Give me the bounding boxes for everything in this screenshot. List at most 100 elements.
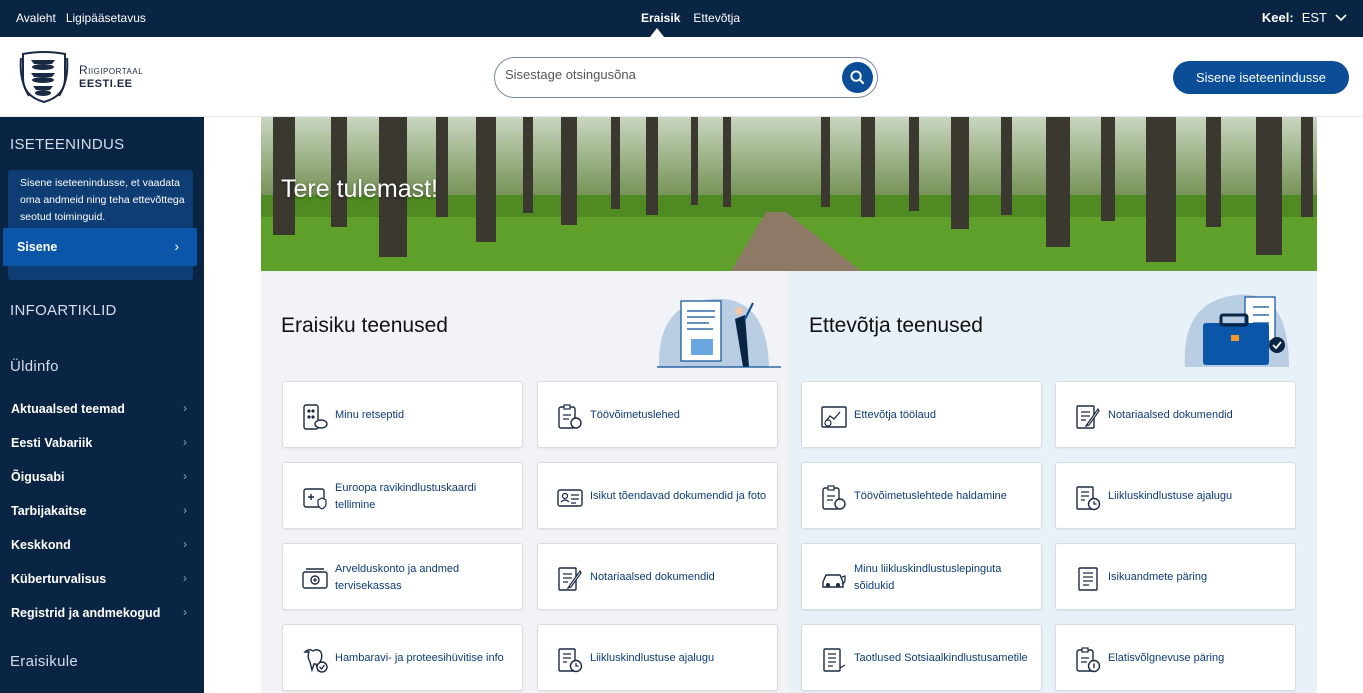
logo-text-domain: EESTI.EE xyxy=(79,78,133,90)
id-card-icon xyxy=(557,489,583,507)
tab-business[interactable]: Ettevõtja xyxy=(693,11,740,25)
service-card[interactable]: Liikluskindlustuse ajalugu xyxy=(537,624,778,691)
prescription-icon xyxy=(303,404,328,430)
hero-banner: Tere tulemast! xyxy=(261,117,1317,271)
chevron-right-icon: › xyxy=(183,469,187,483)
search-box xyxy=(494,57,878,98)
service-card-label: Minu liikluskindlustuslepinguta sõidukid xyxy=(854,562,1002,592)
chevron-right-icon: › xyxy=(183,503,187,517)
service-card[interactable]: Ettevõtja töölaud xyxy=(801,381,1042,448)
chevron-right-icon: › xyxy=(183,435,187,449)
chevron-down-icon xyxy=(1335,13,1347,21)
notary-document-icon xyxy=(558,567,582,591)
search-button[interactable] xyxy=(842,62,873,93)
enter-label: Sisene xyxy=(17,240,58,254)
service-card-label: Notariaalsed dokumendid xyxy=(1108,409,1233,421)
sidebar-item-label: Aktuaalsed teemad xyxy=(11,402,125,416)
service-card-label: Elatisvõlgnevuse päring xyxy=(1108,652,1225,664)
service-card-label: Euroopa ravikindlustuskaardi tellimine xyxy=(335,481,477,511)
service-card[interactable]: Euroopa ravikindlustuskaardi tellimine xyxy=(282,462,523,529)
service-card-label: Ettevõtja töölaud xyxy=(854,409,936,421)
coat-of-arms-icon xyxy=(19,51,69,104)
service-card[interactable]: Notariaalsed dokumendid xyxy=(1055,381,1296,448)
language-label: Keel: xyxy=(1261,10,1294,25)
car-icon xyxy=(822,574,846,588)
service-card-label: Liikluskindlustuse ajalugu xyxy=(590,652,715,664)
service-card-label: Liikluskindlustuse ajalugu xyxy=(1108,490,1233,502)
sidebar-item-label: Keskkond xyxy=(11,538,71,552)
active-tab-indicator xyxy=(650,28,664,37)
tooth-icon xyxy=(303,649,328,673)
sick-leave-icon xyxy=(822,485,846,510)
chevron-right-icon: › xyxy=(183,571,187,585)
service-card[interactable]: Isikut tõendavad dokumendid ja foto xyxy=(537,462,778,529)
info-articles-heading: INFOARTIKLID xyxy=(10,302,117,319)
self-service-text: Sisene iseteenindusse, et vaadata oma an… xyxy=(20,177,185,223)
sidebar-item-registries[interactable]: Registrid ja andmekogud › xyxy=(11,605,191,620)
language-value: EST xyxy=(1301,10,1327,25)
sidebar-item-environment[interactable]: Keskkond › xyxy=(11,537,191,552)
sidebar-item-label: Registrid ja andmekogud xyxy=(11,606,161,620)
site-logo[interactable]: Riigiportaal EESTI.EE xyxy=(19,50,143,104)
briefcase-illustration xyxy=(1184,294,1289,367)
general-info-heading[interactable]: Üldinfo xyxy=(10,358,59,375)
sidebar-item-label: Tarbijakaitse xyxy=(11,504,87,518)
service-card-label: Hambaravi- ja proteesihüvitise info xyxy=(335,652,504,664)
private-persons-heading[interactable]: Eraisikule xyxy=(10,653,78,670)
service-card-label: Minu retseptid xyxy=(335,409,405,421)
insurance-history-icon xyxy=(558,648,583,673)
service-card[interactable]: Minu liikluskindlustuslepinguta sõidukid xyxy=(801,543,1042,610)
service-card[interactable]: Taotlused Sotsiaalkindlustusametile xyxy=(801,624,1042,691)
alimony-icon xyxy=(1076,647,1101,673)
private-services-heading: Eraisiku teenused xyxy=(281,314,448,337)
dashboard-icon xyxy=(821,406,847,428)
sidebar-item-republic[interactable]: Eesti Vabariik › xyxy=(11,435,191,450)
service-card[interactable]: Notariaalsed dokumendid xyxy=(537,543,778,610)
sidebar: ISETEENINDUS Sisene iseteenindusse, et v… xyxy=(0,117,204,693)
home-link[interactable]: Avaleht xyxy=(16,11,56,25)
chevron-right-icon: › xyxy=(183,605,187,619)
logo-text-portal: Riigiportaal xyxy=(79,63,144,77)
hero-title: Tere tulemast! xyxy=(281,175,439,203)
accessibility-link[interactable]: Ligipääsetavus xyxy=(66,11,146,25)
chevron-right-icon: › xyxy=(183,401,187,415)
sick-leave-icon xyxy=(558,404,582,429)
application-icon xyxy=(823,648,846,672)
service-card[interactable]: Liikluskindlustuse ajalugu xyxy=(1055,462,1296,529)
service-card-label: Taotlused Sotsiaalkindlustusametile xyxy=(854,652,1028,664)
insurance-history-icon xyxy=(1076,486,1101,511)
sidebar-item-label: Küberturvalisus xyxy=(11,572,107,586)
service-card-label: Isikut tõendavad dokumendid ja foto xyxy=(590,490,767,502)
site-header: Riigiportaal EESTI.EE Sisene iseteenindu… xyxy=(0,37,1363,117)
service-card[interactable]: Hambaravi- ja proteesihüvitise info xyxy=(282,624,523,691)
top-bar: Avaleht Ligipääsetavus Eraisik Ettevõtja… xyxy=(0,0,1363,37)
search-icon xyxy=(850,70,865,85)
service-card[interactable]: Isikuandmete päring xyxy=(1055,543,1296,610)
service-card-label: Isikuandmete päring xyxy=(1108,571,1208,583)
service-card-label: Arvelduskonto ja andmed tervisekassas xyxy=(335,562,460,592)
service-card[interactable]: Elatisvõlgnevuse päring xyxy=(1055,624,1296,691)
service-card-label: Töövõimetuslehed xyxy=(590,409,680,421)
service-card-label: Notariaalsed dokumendid xyxy=(590,571,715,583)
language-selector[interactable]: Keel: EST xyxy=(1262,10,1347,25)
sidebar-item-consumer-protection[interactable]: Tarbijakaitse › xyxy=(11,503,191,518)
service-card[interactable]: Töövõimetuslehed xyxy=(537,381,778,448)
search-input[interactable] xyxy=(505,67,825,82)
document-person-illustration xyxy=(657,298,781,368)
sidebar-item-current-topics[interactable]: Aktuaalsed teemad › xyxy=(11,401,191,416)
notary-document-icon xyxy=(1076,405,1100,429)
service-card[interactable]: Minu retseptid xyxy=(282,381,523,448)
service-card[interactable]: Töövõimetuslehtede haldamine xyxy=(801,462,1042,529)
tab-private-person[interactable]: Eraisik xyxy=(641,11,680,25)
chevron-right-icon: › xyxy=(183,537,187,551)
sidebar-item-legal-aid[interactable]: Õigusabi › xyxy=(11,469,191,484)
service-card-label: Töövõimetuslehtede haldamine xyxy=(854,490,1007,502)
sidebar-enter-button[interactable]: Sisene › xyxy=(3,228,197,266)
sidebar-item-cyber-security[interactable]: Küberturvalisus › xyxy=(11,571,191,586)
business-services-heading: Ettevõtja teenused xyxy=(809,314,983,337)
chevron-right-icon: › xyxy=(174,238,179,254)
bank-account-icon xyxy=(302,568,328,589)
self-service-login-button[interactable]: Sisene iseteenindusse xyxy=(1173,61,1349,94)
personal-data-icon xyxy=(1078,567,1098,591)
service-card[interactable]: Arvelduskonto ja andmed tervisekassas xyxy=(282,543,523,610)
